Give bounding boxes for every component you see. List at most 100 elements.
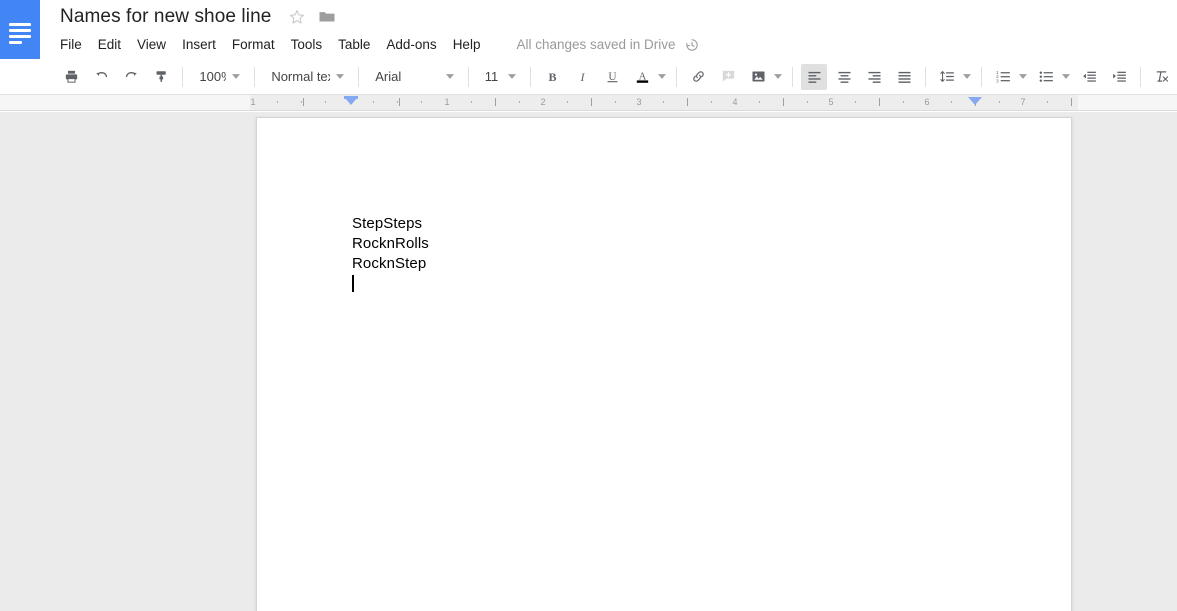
ruler[interactable]: 1 1 2 3 4 5 6 7 (0, 95, 1177, 111)
chevron-down-icon[interactable] (1060, 64, 1072, 90)
document-line-empty[interactable] (352, 274, 977, 294)
docs-logo-icon[interactable] (0, 0, 40, 59)
ruler-number: 1 (250, 96, 255, 109)
underline-button[interactable]: U (599, 64, 625, 90)
toolbar-group-lists: 1 2 3 (988, 59, 1134, 95)
ruler-number: 1 (444, 96, 449, 109)
title-row: Names for new shoe line (60, 3, 336, 31)
bold-button[interactable]: B (539, 64, 565, 90)
chevron-down-icon[interactable] (1017, 64, 1029, 90)
font-family-dropdown[interactable]: Arial (365, 64, 462, 90)
link-icon[interactable] (685, 64, 711, 90)
toolbar-separator (676, 67, 677, 87)
toolbar-group-insert (683, 59, 786, 95)
ruler-number: 5 (828, 96, 833, 109)
print-icon[interactable] (58, 64, 84, 90)
toolbar-separator (530, 67, 531, 87)
align-center-icon[interactable] (831, 64, 857, 90)
paragraph-style-dropdown[interactable]: Normal text (261, 64, 352, 90)
undo-icon[interactable] (88, 64, 114, 90)
line-spacing-icon[interactable] (934, 64, 960, 90)
document-canvas[interactable]: StepSteps RocknRolls RocknStep (0, 112, 1177, 611)
docs-logo-lines (9, 23, 31, 39)
decrease-indent-icon[interactable] (1076, 64, 1102, 90)
revision-history-icon[interactable] (684, 37, 700, 53)
menu-item-edit[interactable]: Edit (98, 35, 121, 55)
left-indent-marker[interactable] (344, 97, 358, 105)
zoom-dropdown[interactable]: 100% (189, 64, 248, 90)
save-status-text: All changes saved in Drive (516, 35, 675, 55)
header-bar: Names for new shoe line File Edit View I… (0, 0, 1177, 59)
ruler-number: 4 (732, 96, 737, 109)
ruler-number: 2 (540, 96, 545, 109)
toolbar-separator (792, 67, 793, 87)
right-indent-marker[interactable] (968, 97, 982, 105)
bulleted-list-icon[interactable] (1033, 64, 1059, 90)
chevron-down-icon[interactable] (961, 64, 973, 90)
menu-item-insert[interactable]: Insert (182, 35, 216, 55)
chevron-down-icon (502, 74, 524, 79)
toolbar-group-document (56, 59, 176, 95)
folder-icon[interactable] (318, 8, 336, 26)
menu-item-file[interactable]: File (60, 35, 82, 55)
toolbar-separator (1140, 67, 1141, 87)
document-line[interactable]: RocknRolls (352, 234, 977, 254)
insert-image-icon[interactable] (745, 64, 771, 90)
menu-item-view[interactable]: View (137, 35, 166, 55)
align-right-icon[interactable] (861, 64, 887, 90)
add-comment-icon[interactable] (715, 64, 741, 90)
document-body[interactable]: StepSteps RocknRolls RocknStep (352, 214, 977, 294)
chevron-down-icon[interactable] (656, 64, 668, 90)
toolbar-separator (468, 67, 469, 87)
font-size-dropdown[interactable]: 11 (475, 64, 525, 90)
ruler-number: 3 (636, 96, 641, 109)
ruler-number: 6 (924, 96, 929, 109)
paragraph-style-value: Normal text (271, 64, 330, 90)
google-docs-window: Names for new shoe line File Edit View I… (0, 0, 1177, 611)
document-title[interactable]: Names for new shoe line (60, 4, 271, 30)
toolbar-group-alignment (799, 59, 919, 95)
toolbar-separator (981, 67, 982, 87)
save-status[interactable]: All changes saved in Drive (516, 35, 699, 55)
svg-text:B: B (548, 70, 556, 84)
paint-format-icon[interactable] (148, 64, 174, 90)
star-icon[interactable] (288, 8, 306, 26)
menu-item-add-ons[interactable]: Add-ons (386, 35, 436, 55)
menu-item-tools[interactable]: Tools (291, 35, 323, 55)
italic-button[interactable]: I (569, 64, 595, 90)
align-left-icon[interactable] (801, 64, 827, 90)
increase-indent-icon[interactable] (1106, 64, 1132, 90)
formatting-toolbar: 100% Normal text Arial 11 (0, 59, 1177, 95)
toolbar-separator (358, 67, 359, 87)
menu-item-help[interactable]: Help (453, 35, 481, 55)
svg-text:3: 3 (996, 78, 999, 83)
font-family-value: Arial (375, 64, 401, 90)
text-color-button[interactable]: A (629, 64, 655, 90)
numbered-list-icon[interactable]: 1 2 3 (990, 64, 1016, 90)
chevron-down-icon (440, 74, 462, 79)
toolbar-separator (254, 67, 255, 87)
zoom-value: 100% (199, 64, 226, 90)
font-size-value: 11 (485, 64, 499, 90)
align-justify-icon[interactable] (891, 64, 917, 90)
menu-bar: File Edit View Insert Format Tools Table… (60, 34, 700, 56)
ruler-track[interactable] (250, 95, 1078, 110)
toolbar-group-spacing (932, 59, 975, 95)
toolbar-separator (925, 67, 926, 87)
chevron-down-icon[interactable] (772, 64, 784, 90)
redo-icon[interactable] (118, 64, 144, 90)
menu-item-table[interactable]: Table (338, 35, 370, 55)
text-cursor (352, 275, 354, 292)
toolbar-separator (182, 67, 183, 87)
document-line[interactable]: StepSteps (352, 214, 977, 234)
toolbar-group-text-format: B I U A (537, 59, 670, 95)
toolbar-group-clear (1147, 59, 1177, 95)
document-line[interactable]: RocknStep (352, 254, 977, 274)
menu-item-format[interactable]: Format (232, 35, 275, 55)
document-page[interactable]: StepSteps RocknRolls RocknStep (256, 117, 1072, 611)
chevron-down-icon (226, 74, 248, 79)
clear-formatting-icon[interactable] (1149, 64, 1175, 90)
ruler-number: 7 (1020, 96, 1025, 109)
chevron-down-icon (330, 74, 352, 79)
svg-text:I: I (579, 70, 585, 84)
